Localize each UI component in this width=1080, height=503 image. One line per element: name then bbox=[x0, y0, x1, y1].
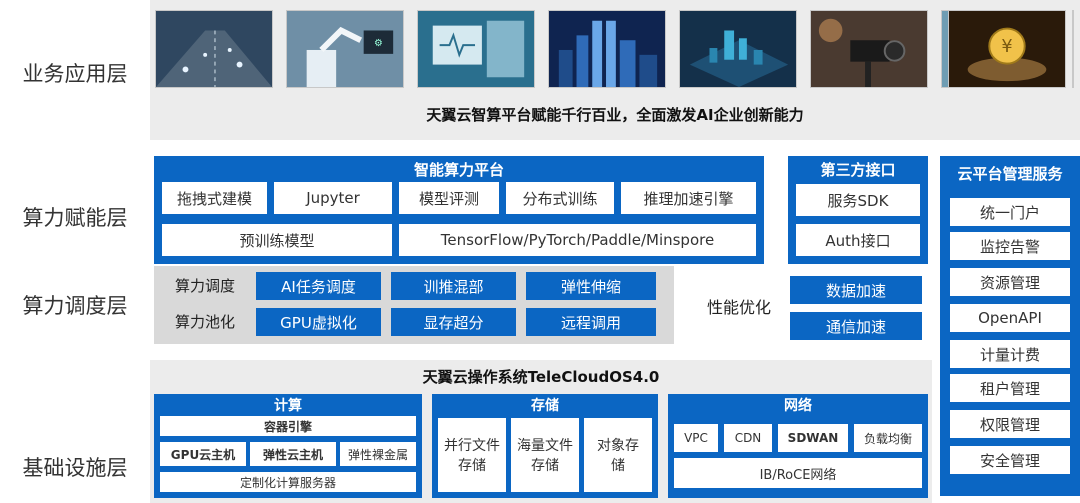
perf-label: 性能优化 bbox=[706, 298, 771, 317]
schedule-label: 算力调度 bbox=[174, 277, 235, 295]
mgmt-monitor[interactable]: 监控告警 bbox=[950, 232, 1070, 260]
perf-data-accel[interactable]: 数据加速 bbox=[790, 276, 922, 304]
bare-metal[interactable]: 弹性裸金属 bbox=[340, 442, 416, 466]
tool-jupyter[interactable]: Jupyter bbox=[274, 182, 392, 214]
mgmt-billing[interactable]: 计量计费 bbox=[950, 340, 1070, 368]
tool-model-eval[interactable]: 模型评测 bbox=[399, 182, 499, 214]
storage-parallel[interactable]: 并行文件存储 bbox=[438, 418, 506, 492]
compute-title: 计算 bbox=[274, 398, 302, 414]
mgmt-openapi[interactable]: OpenAPI bbox=[950, 304, 1070, 332]
network-panel: 网络 VPC CDN SDWAN 负载均衡 IB/RoCE网络 bbox=[668, 394, 928, 498]
svg-text:⚙: ⚙ bbox=[374, 38, 383, 49]
traffic-city-icon bbox=[155, 10, 273, 88]
ai-platform-panel: 智能算力平台 拖拽式建模 Jupyter 模型评测 分布式训练 推理加速引擎 预… bbox=[154, 156, 764, 264]
service-sdk[interactable]: 服务SDK bbox=[796, 184, 920, 216]
mgmt-tenant[interactable]: 租户管理 bbox=[950, 374, 1070, 402]
cloud-mgmt-title: 云平台管理服务 bbox=[957, 164, 1063, 183]
robot-arm-icon: ⚙ bbox=[286, 10, 404, 88]
tool-distributed-train[interactable]: 分布式训练 bbox=[506, 182, 614, 214]
storage-massive[interactable]: 海量文件存储 bbox=[511, 418, 579, 492]
business-banner: 天翼云智算平台赋能千行百业，全面激发AI企业创新能力 bbox=[426, 106, 804, 124]
custom-compute[interactable]: 定制化计算服务器 bbox=[160, 472, 416, 492]
night-city-icon bbox=[548, 10, 666, 88]
infra-panel: 天翼云操作系统TeleCloudOS4.0 计算 容器引擎 GPU云主机 弹性云… bbox=[150, 360, 932, 503]
auth-interface[interactable]: Auth接口 bbox=[796, 224, 920, 256]
compute-panel: 计算 容器引擎 GPU云主机 弹性云主机 弹性裸金属 定制化计算服务器 bbox=[154, 394, 422, 498]
svg-text:¥: ¥ bbox=[1001, 37, 1012, 57]
mgmt-portal[interactable]: 统一门户 bbox=[950, 198, 1070, 226]
pool-label: 算力池化 bbox=[174, 313, 235, 331]
mgmt-security[interactable]: 安全管理 bbox=[950, 446, 1070, 474]
third-party-title: 第三方接口 bbox=[820, 160, 896, 179]
net-loadbalance[interactable]: 负载均衡 bbox=[854, 424, 922, 452]
third-party-panel: 第三方接口 服务SDK Auth接口 bbox=[788, 156, 928, 264]
net-sdwan[interactable]: SDWAN bbox=[778, 424, 848, 452]
layer-label-empower: 算力赋能层 bbox=[22, 206, 128, 230]
smart-city-3d-icon bbox=[679, 10, 797, 88]
finance-coin-icon: ¥ bbox=[948, 10, 1066, 88]
pool-remote-call[interactable]: 远程调用 bbox=[526, 308, 656, 336]
layer-label-infra: 基础设施层 bbox=[22, 456, 128, 480]
mgmt-resource[interactable]: 资源管理 bbox=[950, 268, 1070, 296]
container-engine[interactable]: 容器引擎 bbox=[160, 416, 416, 436]
spacer bbox=[1072, 10, 1074, 88]
ai-platform-title: 智能算力平台 bbox=[413, 160, 504, 179]
gpu-host[interactable]: GPU云主机 bbox=[160, 442, 246, 466]
medical-screen-icon bbox=[417, 10, 535, 88]
storage-panel: 存储 并行文件存储 海量文件存储 对象存储 bbox=[432, 394, 658, 498]
sched-ai-task[interactable]: AI任务调度 bbox=[256, 272, 381, 300]
scheduling-panel: 算力调度 AI任务调度 训推混部 弹性伸缩 算力池化 GPU虚拟化 显存超分 远… bbox=[154, 266, 674, 344]
pool-vram-oversell[interactable]: 显存超分 bbox=[391, 308, 516, 336]
tool-frameworks[interactable]: TensorFlow/PyTorch/Paddle/Minspore bbox=[399, 224, 756, 256]
broadcast-camera-icon bbox=[810, 10, 928, 88]
sched-train-infer[interactable]: 训推混部 bbox=[391, 272, 516, 300]
storage-object[interactable]: 对象存储 bbox=[584, 418, 652, 492]
elastic-host[interactable]: 弹性云主机 bbox=[250, 442, 336, 466]
layer-label-schedule: 算力调度层 bbox=[22, 294, 128, 318]
storage-title: 存储 bbox=[531, 398, 559, 414]
cloud-mgmt-panel: 云平台管理服务 统一门户 监控告警 资源管理 OpenAPI 计量计费 租户管理… bbox=[940, 156, 1080, 496]
mgmt-permission[interactable]: 权限管理 bbox=[950, 410, 1070, 438]
net-ib-roce[interactable]: IB/RoCE网络 bbox=[674, 458, 922, 488]
tool-pretrained-model[interactable]: 预训练模型 bbox=[162, 224, 392, 256]
sched-autoscale[interactable]: 弹性伸缩 bbox=[526, 272, 656, 300]
layer-label-business: 业务应用层 bbox=[22, 62, 128, 86]
network-title: 网络 bbox=[784, 398, 812, 414]
os-title: 天翼云操作系统TeleCloudOS4.0 bbox=[422, 368, 660, 386]
perf-comm-accel[interactable]: 通信加速 bbox=[790, 312, 922, 340]
pool-gpu-virtual[interactable]: GPU虚拟化 bbox=[256, 308, 381, 336]
tool-inference-engine[interactable]: 推理加速引擎 bbox=[621, 182, 756, 214]
net-cdn[interactable]: CDN bbox=[724, 424, 772, 452]
tool-drag-modeling[interactable]: 拖拽式建模 bbox=[162, 182, 267, 214]
net-vpc[interactable]: VPC bbox=[674, 424, 718, 452]
